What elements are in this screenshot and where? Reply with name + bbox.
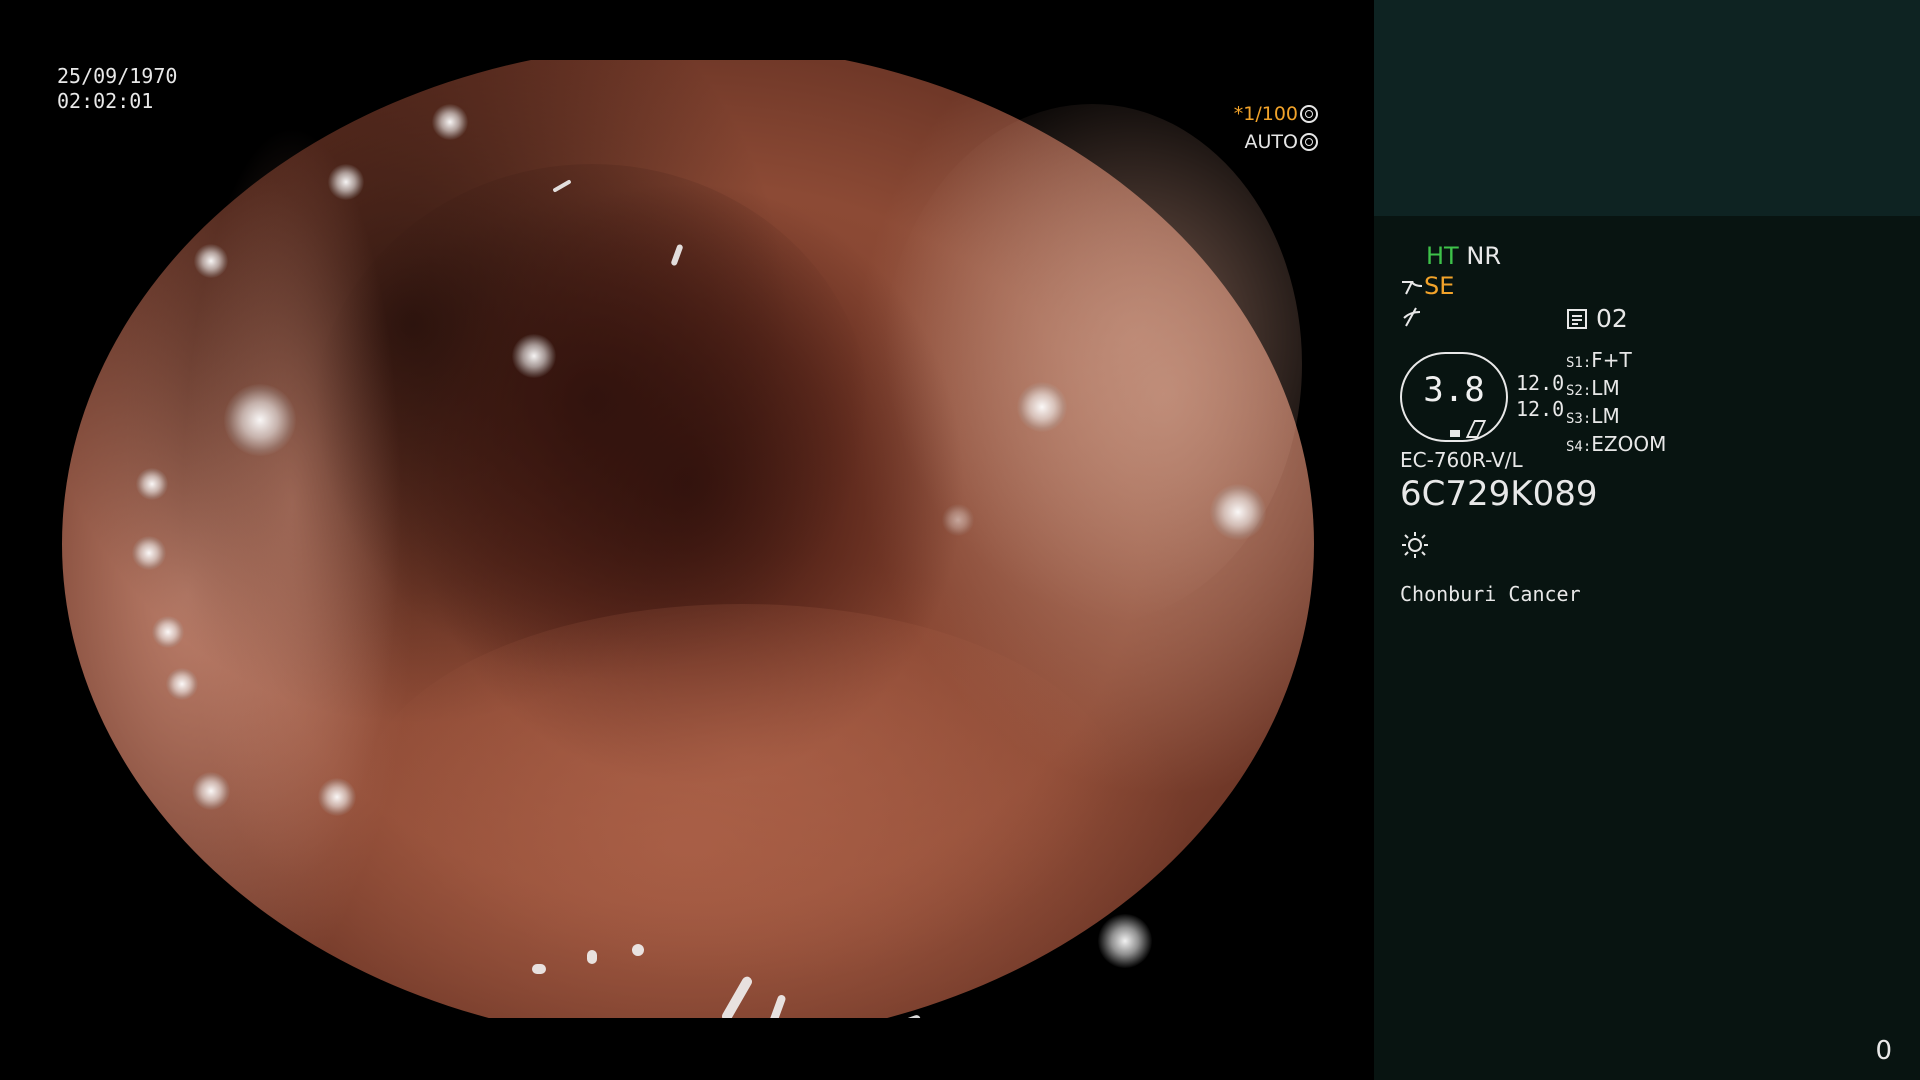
reflection-bubble xyxy=(1017,382,1067,432)
endoscopic-field xyxy=(62,60,1314,1018)
switch-row: S1:F+T xyxy=(1566,348,1666,376)
shutter-overlay: *1/100 AUTO xyxy=(1228,100,1318,156)
switch-row: S2:LM xyxy=(1566,376,1666,404)
switch-key: S2: xyxy=(1566,383,1592,399)
reflection-bubble xyxy=(152,616,184,648)
reflection-bubble xyxy=(132,536,166,570)
switch-key: S4: xyxy=(1566,439,1592,455)
specular-glint xyxy=(532,964,546,974)
institution-name: Chonburi Cancer xyxy=(1400,582,1581,606)
specular-glint xyxy=(862,1013,922,1018)
gain-top: 12.0 xyxy=(1516,371,1565,395)
zoom-marker-icon xyxy=(1450,430,1460,437)
iris-mode-text: AUTO xyxy=(1244,131,1298,153)
nr-label: NR xyxy=(1466,242,1501,270)
se-label: SE xyxy=(1424,272,1455,300)
time-text: 02:02:01 xyxy=(57,89,154,113)
specular-glint xyxy=(587,950,597,964)
reflection-bubble xyxy=(136,468,168,500)
scope-model: EC-760R-V/L xyxy=(1400,448,1523,472)
sun-icon xyxy=(1400,530,1430,564)
reflection-bubble xyxy=(318,778,356,816)
mucosal-fold xyxy=(362,604,1122,984)
memory-slot: 02 xyxy=(1566,304,1628,333)
reflection-bubble xyxy=(942,504,974,536)
date-text: 25/09/1970 xyxy=(57,64,178,88)
endoscope-viewport: 25/09/1970 02:02:01 *1/100 AUTO xyxy=(0,0,1374,1080)
memory-slot-value: 02 xyxy=(1595,304,1628,333)
reflection-bubble xyxy=(224,384,296,456)
zoom-value: 3.8 xyxy=(1423,370,1485,410)
info-panel xyxy=(1374,0,1920,1080)
reflection-bubble xyxy=(166,668,198,700)
reflection-bubble xyxy=(328,164,364,200)
specular-glint xyxy=(765,993,787,1018)
switch-value: EZOOM xyxy=(1591,432,1667,456)
datetime-overlay: 25/09/1970 02:02:01 xyxy=(57,64,177,114)
mucosal-fold xyxy=(882,104,1302,624)
reflection-bubble xyxy=(192,772,230,810)
reflection-bubble xyxy=(1098,914,1152,968)
gain-values: 12.0 12.0 xyxy=(1516,370,1564,422)
specular-glint xyxy=(632,944,644,956)
iris-icon xyxy=(1300,133,1318,151)
switch-value: F+T xyxy=(1591,348,1632,372)
switch-value: LM xyxy=(1591,376,1620,400)
ht-label: HT xyxy=(1426,242,1459,270)
gain-bottom: 12.0 xyxy=(1516,397,1565,421)
switch-key: S3: xyxy=(1566,411,1592,427)
color-mode-icon xyxy=(1400,304,1424,332)
panel-header-area xyxy=(1374,0,1920,216)
structure-enhancement-icon xyxy=(1402,281,1423,295)
structure-enhancement-row: SE xyxy=(1400,272,1454,300)
switch-assignments: S1:F+T S2:LM S3:LM S4:EZOOM xyxy=(1566,348,1666,460)
switch-row: S4:EZOOM xyxy=(1566,432,1666,460)
endoscopic-image xyxy=(62,60,1314,1018)
switch-key: S1: xyxy=(1566,355,1592,371)
shutter-speed-text: *1/100 xyxy=(1233,103,1298,125)
reflection-bubble xyxy=(1210,484,1266,540)
shutter-icon xyxy=(1300,105,1318,123)
switch-row: S3:LM xyxy=(1566,404,1666,432)
switch-value: LM xyxy=(1591,404,1620,428)
reflection-bubble xyxy=(512,334,556,378)
scope-serial: 6C729K089 xyxy=(1400,474,1598,514)
memory-icon xyxy=(1567,309,1587,329)
frame-counter: 0 xyxy=(1875,1036,1892,1066)
reflection-bubble xyxy=(432,104,468,140)
enhancement-row: HT NR xyxy=(1426,242,1501,270)
reflection-bubble xyxy=(194,244,228,278)
